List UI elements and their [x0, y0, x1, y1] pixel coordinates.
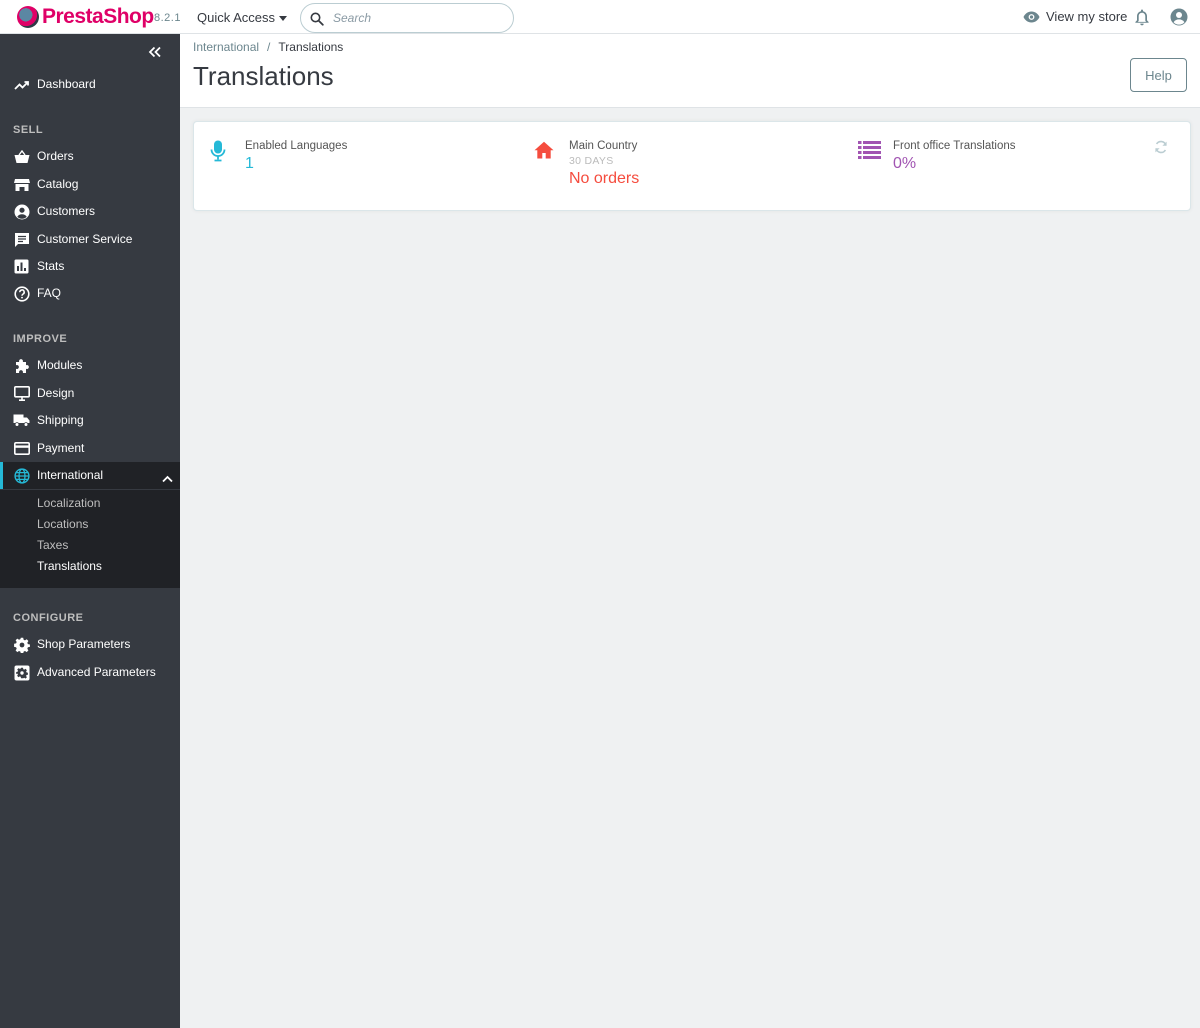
- page-header: International / Translations Translation…: [180, 34, 1200, 108]
- eye-icon: [1023, 11, 1040, 22]
- notifications-button[interactable]: [1134, 8, 1150, 31]
- sidebar-item-label: Shipping: [37, 413, 84, 427]
- trending-up-icon: [13, 76, 30, 93]
- kpi-front-office-translations[interactable]: Front office Translations 0%: [858, 139, 1138, 199]
- truck-icon: [13, 412, 30, 429]
- sidebar-item-label: Design: [37, 386, 75, 400]
- collapse-sidebar-button[interactable]: [148, 45, 162, 63]
- help-button[interactable]: Help: [1130, 58, 1187, 92]
- sidebar-item-label: Advanced Parameters: [37, 665, 156, 679]
- submenu-item-taxes[interactable]: Taxes: [37, 538, 68, 552]
- kpi-enabled-languages[interactable]: Enabled Languages 1: [210, 139, 510, 199]
- submenu-item-localization[interactable]: Localization: [37, 496, 100, 510]
- account-circle-icon: [1170, 8, 1188, 26]
- breadcrumb-parent-link[interactable]: International: [193, 40, 259, 54]
- refresh-icon: [1155, 140, 1167, 154]
- prestashop-logo[interactable]: PrestaShop: [17, 5, 154, 29]
- breadcrumb-current: Translations: [278, 40, 344, 54]
- prestashop-logo-icon: [17, 6, 39, 28]
- kpi-subtitle: 30 DAYS: [569, 155, 614, 167]
- kpi-title: Main Country: [569, 140, 638, 152]
- kpi-row: Enabled Languages 1 Main Country 30 DAYS…: [193, 121, 1191, 211]
- kpi-title: Enabled Languages: [245, 140, 348, 152]
- version-label: 8.2.1: [154, 12, 181, 24]
- quick-access-dropdown[interactable]: Quick Access: [197, 10, 288, 25]
- sidebar-item-label: Shop Parameters: [37, 637, 131, 651]
- sidebar-item-label: FAQ: [37, 286, 62, 300]
- sidebar-item-label: Customer Service: [37, 232, 133, 246]
- view-my-store-label: View my store: [1046, 9, 1128, 24]
- sidebar-item-label: Modules: [37, 358, 83, 372]
- breadcrumb-separator: /: [267, 40, 271, 54]
- section-sell: SELL: [13, 124, 44, 136]
- home-icon: [534, 141, 554, 164]
- sidebar-nav: Dashboard SELL Orders Catalog Customers …: [0, 34, 180, 1028]
- store-icon: [13, 176, 30, 193]
- sidebar-item-design[interactable]: Design: [0, 380, 180, 407]
- sidebar-item-label: Catalog: [37, 177, 79, 191]
- sidebar-item-customer-service[interactable]: Customer Service: [0, 226, 180, 253]
- kpi-value: No orders: [569, 170, 640, 187]
- kpi-title: Front office Translations: [893, 140, 1016, 152]
- account-circle-icon: [13, 203, 30, 220]
- help-circle-icon: [13, 285, 30, 302]
- sidebar-item-label: Orders: [37, 149, 74, 163]
- breadcrumb: International / Translations: [193, 40, 343, 54]
- sidebar-item-label: Stats: [37, 259, 65, 273]
- sidebar-item-catalog[interactable]: Catalog: [0, 171, 180, 198]
- sidebar-item-stats[interactable]: Stats: [0, 253, 180, 280]
- search-icon: [310, 12, 324, 26]
- chat-icon: [13, 231, 30, 248]
- international-submenu: Localization Locations Taxes Translation…: [0, 490, 180, 588]
- sidebar-item-label: Dashboard: [37, 77, 96, 91]
- kpi-value: 0%: [893, 155, 917, 172]
- submenu-item-locations[interactable]: Locations: [37, 517, 88, 531]
- list-icon: [858, 140, 881, 164]
- bell-icon: [1135, 9, 1149, 26]
- search-input[interactable]: [333, 9, 503, 27]
- sidebar-item-label: Payment: [37, 441, 85, 455]
- puzzle-icon: [13, 357, 30, 374]
- refresh-kpis-button[interactable]: [1154, 140, 1168, 159]
- sidebar-item-faq[interactable]: FAQ: [0, 280, 180, 307]
- section-configure: CONFIGURE: [13, 612, 84, 624]
- sidebar-item-orders[interactable]: Orders: [0, 143, 180, 170]
- gear-icon: [13, 636, 30, 653]
- kpi-value: 1: [245, 155, 254, 172]
- sidebar-item-international[interactable]: International: [0, 462, 180, 489]
- sidebar-item-shop-parameters[interactable]: Shop Parameters: [0, 631, 180, 658]
- view-my-store-link[interactable]: View my store: [1023, 9, 1127, 24]
- sidebar-item-payment[interactable]: Payment: [0, 435, 180, 462]
- microphone-icon: [210, 140, 226, 167]
- logo-text-shop: Shop: [103, 5, 154, 28]
- account-button[interactable]: [1170, 8, 1188, 31]
- settings-box-icon: [13, 664, 30, 681]
- caret-down-icon: [279, 16, 288, 22]
- page-title: Translations: [193, 61, 334, 91]
- sidebar-item-label: International: [37, 468, 104, 482]
- logo-text-presta: Presta: [42, 5, 104, 28]
- top-header: PrestaShop 8.2.1 Quick Access View my st…: [0, 0, 1200, 34]
- chevron-up-icon: [162, 470, 173, 488]
- sidebar-item-shipping[interactable]: Shipping: [0, 407, 180, 434]
- search-box[interactable]: [300, 3, 514, 33]
- basket-icon: [13, 148, 30, 165]
- sidebar-item-advanced-parameters[interactable]: Advanced Parameters: [0, 659, 180, 686]
- double-chevron-left-icon: [148, 46, 161, 58]
- sidebar-item-label: Customers: [37, 204, 96, 218]
- bar-chart-icon: [13, 258, 30, 275]
- credit-card-icon: [13, 440, 30, 457]
- sidebar-item-customers[interactable]: Customers: [0, 198, 180, 225]
- section-improve: IMPROVE: [13, 333, 68, 345]
- kpi-main-country[interactable]: Main Country 30 DAYS No orders: [534, 139, 834, 199]
- monitor-icon: [13, 385, 30, 402]
- submenu-item-translations[interactable]: Translations: [37, 559, 102, 573]
- sidebar-item-modules[interactable]: Modules: [0, 352, 180, 379]
- sidebar-item-dashboard[interactable]: Dashboard: [0, 71, 180, 98]
- quick-access-label: Quick Access: [197, 10, 276, 25]
- globe-icon: [13, 467, 30, 484]
